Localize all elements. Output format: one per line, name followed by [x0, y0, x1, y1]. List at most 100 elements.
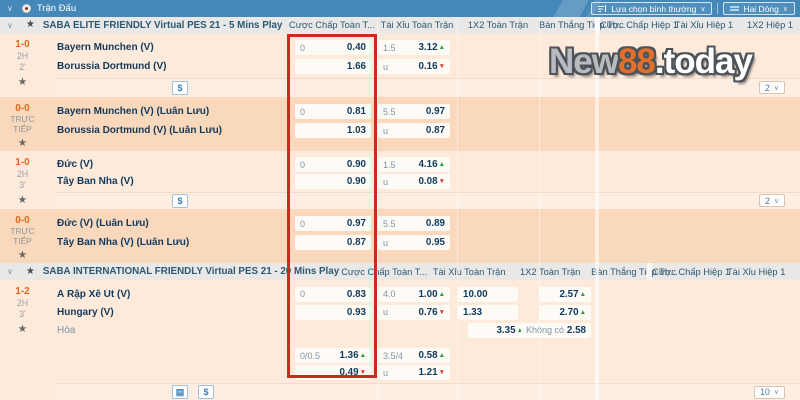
- odds-value: 0.97: [425, 106, 445, 117]
- handicap-line: 0/0.5: [300, 350, 321, 361]
- logo-part-new: New: [549, 42, 619, 81]
- filter-sort-icon: [598, 4, 607, 12]
- odds-value: 3.35: [496, 324, 516, 336]
- favorite-star-icon[interactable]: ★: [18, 324, 27, 335]
- page-title: Trận Đấu: [36, 3, 77, 14]
- home-team-name: Bayern Munchen (V) (Luân Lưu): [57, 106, 210, 117]
- match-meta: 1-0 2H 3' ★: [0, 151, 55, 208]
- odds-cell-over[interactable]: 5.5 0.97: [378, 104, 450, 119]
- league-header-2[interactable]: ∨ ★ SABA INTERNATIONAL FRIENDLY Virtual …: [0, 263, 800, 280]
- col-header-1x2-ft: 1X2 Toàn Trận: [467, 20, 529, 30]
- col-header-handicap-ft: Cược Chấp Toàn T...: [289, 20, 375, 30]
- odds-up-arrow-icon: ▲: [438, 290, 445, 298]
- page-size-value: 2: [764, 82, 770, 93]
- odds-cell-nextgoal-away[interactable]: 2.70 ▲: [539, 304, 591, 320]
- favorite-star-icon[interactable]: ★: [18, 138, 27, 149]
- odds-cell-over[interactable]: 1.5 4.16 ▲: [378, 157, 450, 172]
- odds-down-arrow-icon: ▼: [359, 369, 366, 376]
- odds-down-arrow-icon: ▼: [438, 178, 445, 185]
- goal-line: 1.5: [383, 159, 396, 170]
- odds-down-arrow-icon: ▼: [438, 63, 445, 70]
- favorite-star-icon[interactable]: ★: [18, 77, 27, 88]
- column-headers: Cược Chấp Toàn T... Tài Xỉu Toàn Trận 1X…: [287, 17, 800, 33]
- bet-slip-button[interactable]: $: [198, 385, 214, 399]
- column-headers: Cược Chấp Toàn T... Tài Xỉu Toàn Trận 1X…: [339, 263, 800, 280]
- odds-value: 0.76: [418, 306, 438, 318]
- odds-cell-under[interactable]: u 0.95: [378, 235, 450, 250]
- odds-cell-under[interactable]: u 0.16 ▼: [378, 59, 450, 74]
- odds-cell-handicap-away[interactable]: 1.03: [295, 123, 371, 138]
- odds-cell-under[interactable]: u 0.76 ▼: [378, 304, 450, 320]
- col-header-overunder-h1: Tài Xỉu Hiệp 1: [726, 266, 786, 277]
- collapse-league-chevron-icon[interactable]: ∨: [7, 267, 13, 276]
- favorite-star-icon[interactable]: ★: [26, 20, 35, 30]
- new88-logo: New88.today: [549, 42, 753, 82]
- bet-slip-button[interactable]: $: [172, 193, 188, 208]
- chevron-down-icon: ∨: [782, 5, 788, 13]
- odds-cell-over[interactable]: 4.0 1.00 ▲: [378, 286, 450, 302]
- handicap-line: 0: [300, 159, 306, 170]
- match-card-3: 1-0 2H 3' ★ Đức (V) 0 0.90 1.5 4.16 ▲ Tây B…: [0, 151, 800, 208]
- chevron-down-icon: ∨: [773, 197, 779, 205]
- collapse-league-chevron-icon[interactable]: ∨: [7, 21, 13, 30]
- odds-cell-over[interactable]: 5.5 0.89: [378, 216, 450, 231]
- favorite-star-icon[interactable]: ★: [18, 250, 27, 261]
- page-size-value: 10: [760, 387, 770, 397]
- odds-value: 1.66: [346, 61, 366, 72]
- favorite-star-icon[interactable]: ★: [26, 266, 35, 277]
- odds-cell-over[interactable]: 1.5 3.12 ▲: [378, 40, 450, 55]
- col-header-1x2-h1: 1X2 Hiệp 1: [792, 267, 800, 277]
- odds-cell-over2[interactable]: 3.5/4 0.58 ▲: [378, 348, 450, 363]
- odds-cell-nextgoal-none[interactable]: Không có 2.58: [521, 322, 591, 338]
- draw-row: Hòa 3.35 ▲ Không có 2.58: [55, 321, 800, 339]
- odds-cell-handicap2-away[interactable]: 0.49 ▼: [295, 365, 371, 380]
- odds-value: 0.87: [425, 125, 445, 136]
- odds-cell-nextgoal-home[interactable]: 2.57 ▲: [539, 286, 591, 302]
- home-row: Bayern Munchen (V) (Luân Lưu) 0 0.81 5.5 0…: [55, 102, 800, 121]
- page-size-select[interactable]: 2 ∨: [758, 194, 785, 207]
- away-row: Tây Ban Nha (V) 0.90 u 0.08 ▼: [55, 173, 800, 190]
- home-team-name: Đức (V): [57, 159, 94, 170]
- away-row: Tây Ban Nha (V) (Luân Lưu) 0.87 u 0.95: [55, 233, 800, 252]
- odds-value: 0.49: [339, 367, 359, 378]
- odds-cell-under2[interactable]: u 1.21 ▼: [378, 365, 450, 380]
- away-team-name: Tây Ban Nha (V) (Luân Lưu): [57, 237, 190, 248]
- odds-cell-1x2-draw[interactable]: 3.35 ▲: [468, 322, 528, 338]
- odds-value: 0.87: [346, 237, 366, 248]
- bet-slip-button[interactable]: $: [172, 80, 188, 95]
- favorite-star-icon[interactable]: ★: [18, 195, 27, 206]
- page-size-select[interactable]: 2 ∨: [758, 81, 785, 94]
- odds-cell-handicap-away[interactable]: 0.87: [295, 235, 371, 250]
- odds-up-arrow-icon: ▲: [438, 352, 445, 359]
- goal-line: u: [383, 176, 389, 187]
- odds-value: 0.90: [346, 159, 366, 170]
- odds-cell-handicap-away[interactable]: 0.90: [295, 174, 371, 189]
- odds-value: 1.33: [463, 306, 483, 318]
- odds-cell-handicap-home[interactable]: 0 0.81: [295, 104, 371, 119]
- page-size-select[interactable]: 10 ∨: [754, 385, 785, 399]
- bet-statement-button[interactable]: ▤: [172, 385, 188, 399]
- odds-cell-1x2-away[interactable]: 1.33: [458, 304, 518, 320]
- away-row: Borussia Dortmund (V) (Luân Lưu) 1.03 u 0…: [55, 121, 800, 140]
- match-footer: ▤ $ 10 ∨: [55, 383, 800, 400]
- goal-line: u: [383, 237, 389, 248]
- line-display-label: Hai Dòng: [743, 3, 779, 14]
- odds-cell-handicap-away[interactable]: 1.66: [295, 59, 371, 74]
- odds-cell-1x2-home[interactable]: 10.00: [458, 286, 518, 302]
- odds-cell-under[interactable]: u 0.87: [378, 123, 450, 138]
- odds-cell-handicap-home[interactable]: 0 0.83: [295, 286, 371, 302]
- odds-cell-handicap-home[interactable]: 0 0.97: [295, 216, 371, 231]
- odds-cell-handicap2-home[interactable]: 0/0.5 1.36 ▲: [295, 348, 371, 363]
- odds-display-select[interactable]: Lựa chọn bình thường ∨: [591, 2, 713, 15]
- collapse-all-chevron-icon[interactable]: ∨: [7, 4, 13, 13]
- odds-cell-handicap-home[interactable]: 0 0.40: [295, 40, 371, 55]
- line-display-select[interactable]: Hai Dòng ∨: [723, 2, 795, 15]
- league-header-1[interactable]: ∨ ★ SABA ELITE FRIENDLY Virtual PES 21 -…: [0, 17, 800, 33]
- odds-cell-handicap-home[interactable]: 0 0.90: [295, 157, 371, 172]
- odds-cell-handicap-away[interactable]: 0.93: [295, 304, 371, 320]
- second-line-home-row: 0/0.5 1.36 ▲ 3.5/4 0.58 ▲: [55, 347, 800, 364]
- odds-cell-under[interactable]: u 0.08 ▼: [378, 174, 450, 189]
- match-meta: 1-2 2H 3' ★: [0, 280, 55, 400]
- draw-label: Hòa: [57, 324, 76, 336]
- match-card-2: 0-0 TRỰC TIẾP ★ Bayern Munchen (V) (Luân…: [0, 96, 800, 151]
